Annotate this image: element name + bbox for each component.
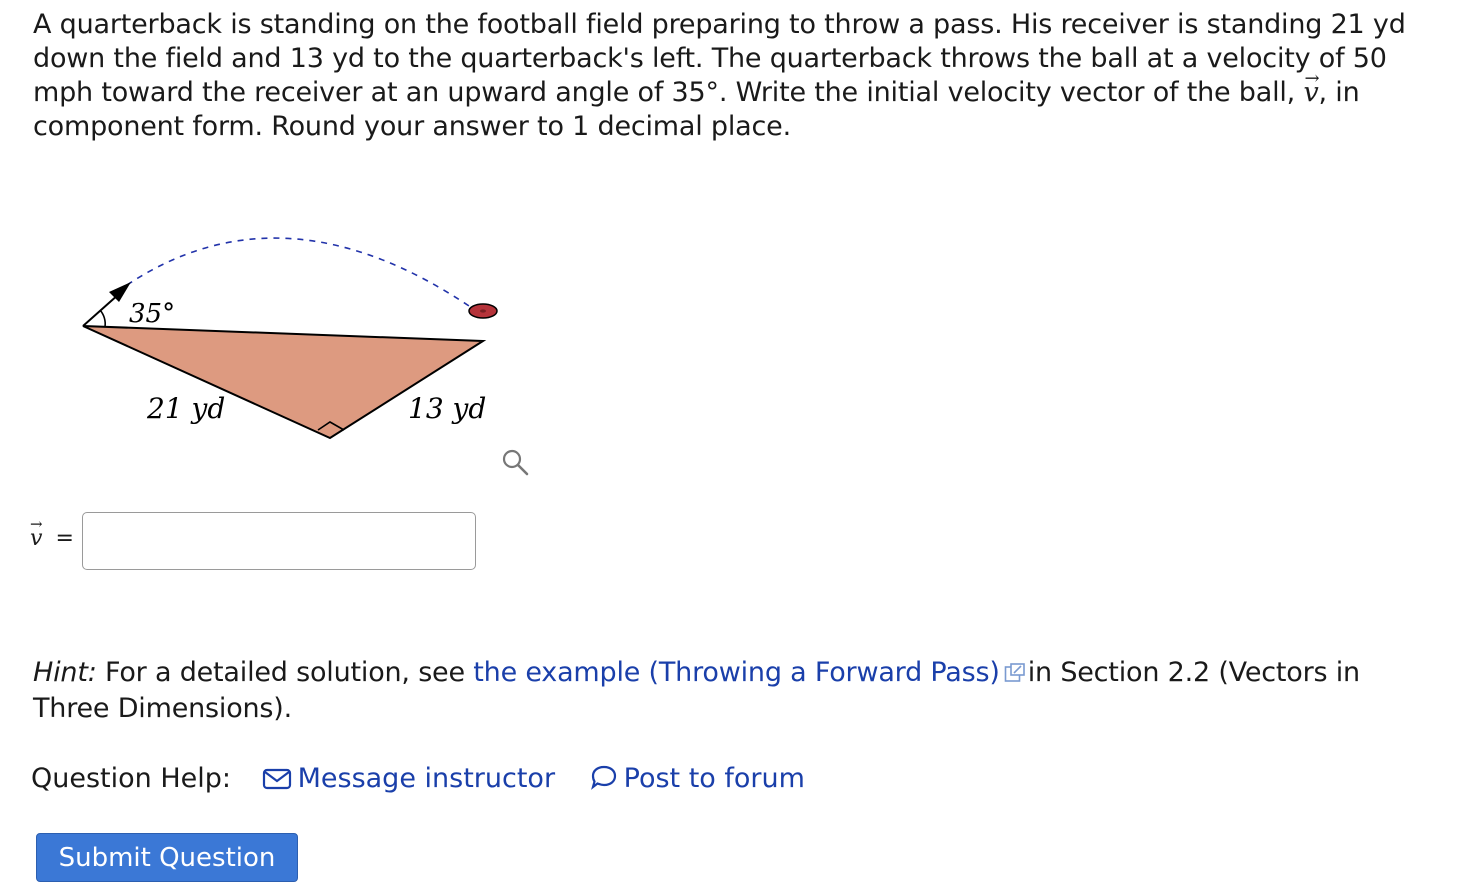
question-text: A quarterback is standing on the footbal… <box>33 8 1443 144</box>
right-side-label: 13 yd <box>408 392 486 425</box>
diagram-svg: 35° 21 yd 13 yd <box>82 237 498 440</box>
angle-arc <box>99 309 106 328</box>
example-link[interactable]: the example (Throwing a Forward Pass) <box>473 657 1000 688</box>
velocity-arrow-line <box>82 293 120 327</box>
answer-label: v → = <box>30 515 74 551</box>
zoom-icon[interactable] <box>498 446 532 484</box>
hint-text-before: For a detailed solution, see <box>96 657 474 688</box>
answer-vector-symbol: v → <box>30 515 43 551</box>
external-link-icon <box>1004 658 1026 692</box>
envelope-icon <box>262 768 291 790</box>
speech-bubble-icon <box>590 765 616 790</box>
hint: Hint: For a detailed solution, see the e… <box>33 656 1443 726</box>
velocity-vector-symbol: v → <box>1303 68 1319 110</box>
left-side-label: 21 yd <box>146 392 225 425</box>
hint-label: Hint: <box>33 657 97 688</box>
equals-sign: = <box>55 526 74 551</box>
question-help-label: Question Help: <box>31 763 231 794</box>
angle-label: 35° <box>129 299 175 329</box>
football-pass-diagram: 35° 21 yd 13 yd <box>75 210 515 454</box>
degree-symbol: ° <box>705 77 720 108</box>
submit-question-button[interactable]: Submit Question <box>36 833 298 882</box>
post-to-forum-link[interactable]: Post to forum <box>590 762 805 796</box>
answer-input[interactable] <box>82 512 476 570</box>
question-help: Question Help: Message instructor Post t… <box>31 762 831 796</box>
ball-trajectory <box>126 237 476 311</box>
vector-arrow: → <box>1304 68 1320 89</box>
message-instructor-link[interactable]: Message instructor <box>262 762 555 796</box>
question-part2: . Write the initial velocity vector of t… <box>718 77 1304 108</box>
